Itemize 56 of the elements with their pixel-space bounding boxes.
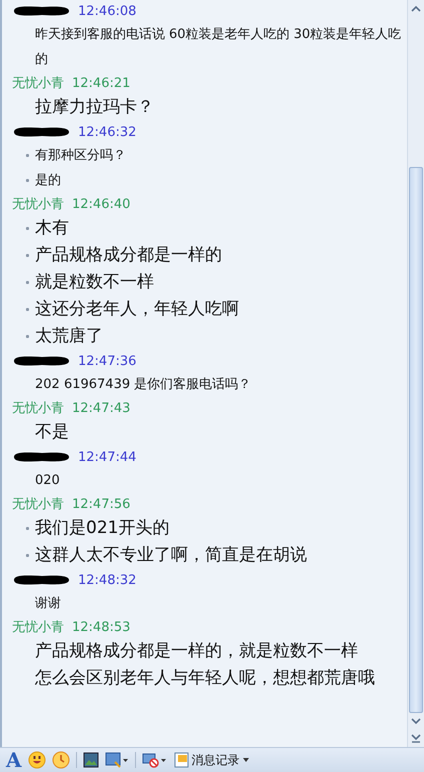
chat-log-icon [174, 752, 190, 768]
redaction-mark [12, 126, 70, 138]
message-text: 太荒唐了 [35, 325, 103, 348]
sender-name: 无忧小青 [12, 75, 64, 92]
screenshot-button[interactable] [104, 752, 129, 768]
message-time: 12:46:40 [72, 196, 130, 212]
image-button[interactable] [82, 752, 99, 768]
message-text: 202 61967439 是你们客服电话吗？ [35, 376, 252, 394]
message-text: 木有 [35, 217, 69, 240]
block-button[interactable] [142, 752, 168, 768]
caret-icon [242, 757, 250, 763]
message-text: 我们是021开头的 [35, 517, 170, 540]
sender-name: 无忧小青 [12, 196, 64, 213]
font-button[interactable]: A [6, 748, 22, 772]
redaction-mark [12, 451, 70, 463]
scrollbar[interactable] [407, 0, 424, 747]
message-time: 12:46:08 [78, 4, 136, 18]
message-time: 12:48:53 [72, 620, 130, 634]
redaction-mark [12, 574, 70, 586]
message-text: 这群人太不专业了啊，简直是在胡说 [35, 544, 307, 567]
redaction-mark [12, 5, 70, 17]
message-text: 昨天接到客服的电话说 60粒装是老年人吃的 30粒装是年轻人吃的 [34, 26, 402, 69]
message-text: 有那种区分吗？ [35, 147, 126, 165]
sender-name: 无忧小青 [12, 496, 64, 513]
image-icon [82, 752, 99, 768]
message-time: 12:47:56 [72, 496, 130, 512]
smiley-icon [28, 751, 46, 769]
message-time: 12:47:44 [78, 450, 136, 464]
scroll-down-icon[interactable] [411, 718, 421, 725]
message-text: 不是 [35, 421, 69, 444]
clock-icon [52, 751, 70, 769]
message-time: 12:47:43 [72, 400, 130, 416]
scroll-thumb[interactable] [409, 167, 423, 713]
message-time: 12:48:32 [78, 572, 136, 588]
scroll-up-icon[interactable] [411, 5, 421, 12]
scroll-end-icon[interactable] [411, 734, 421, 743]
message-text: 怎么会区别老年人与年轻人呢，想想都荒唐哦 [35, 667, 375, 690]
message-text: 谢谢 [35, 595, 61, 613]
message-time: 12:47:36 [78, 354, 136, 368]
clock-button[interactable] [52, 751, 70, 769]
message-text: 020 [35, 472, 60, 490]
sender-name: 无忧小青 [12, 619, 64, 636]
message-time: 12:46:32 [78, 124, 136, 140]
message-text: 拉摩力拉玛卡？ [35, 96, 154, 119]
message-text: 产品规格成分都是一样的，就是粒数不一样 [35, 640, 358, 663]
screen-icon [104, 752, 129, 768]
message-time: 12:46:21 [72, 76, 130, 90]
emoji-button[interactable] [28, 751, 46, 769]
message-text: 是的 [35, 172, 61, 190]
message-text: 就是粒数不一样 [35, 271, 154, 294]
message-text: 产品规格成分都是一样的 [35, 244, 222, 267]
history-button[interactable]: 消息记录 [174, 752, 250, 768]
sender-name: 无忧小青 [12, 400, 64, 417]
message-text: 这还分老年人，年轻人吃啊 [35, 298, 239, 321]
redaction-mark [12, 355, 70, 367]
blocked-icon [142, 752, 168, 768]
